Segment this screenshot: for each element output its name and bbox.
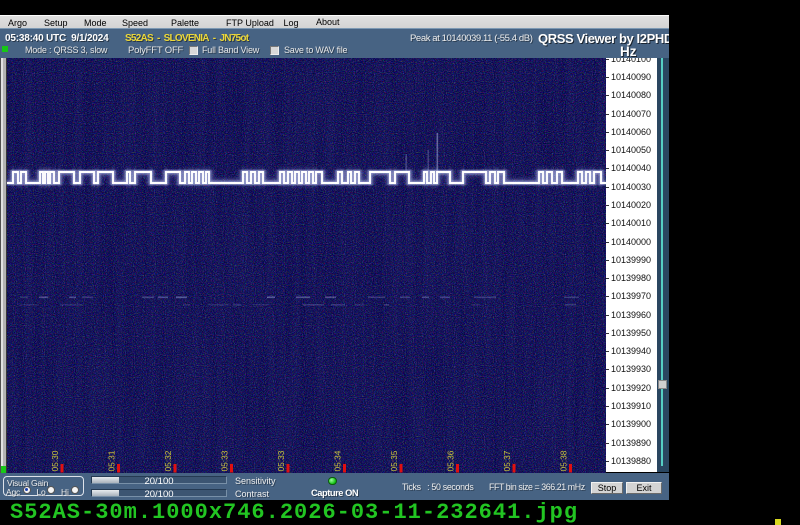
svg-text:05:32: 05:32 [163, 450, 173, 471]
svg-text:05:38: 05:38 [559, 450, 569, 471]
svg-text:05:33: 05:33 [220, 450, 230, 471]
svg-text:05:37: 05:37 [502, 450, 512, 471]
svg-text:05:33: 05:33 [276, 450, 286, 471]
svg-text:05:31: 05:31 [107, 450, 117, 471]
svg-text:05:35: 05:35 [389, 450, 399, 471]
svg-text:05:30: 05:30 [50, 450, 60, 471]
svg-text:05:34: 05:34 [333, 450, 343, 471]
svg-text:05:36: 05:36 [446, 450, 456, 471]
